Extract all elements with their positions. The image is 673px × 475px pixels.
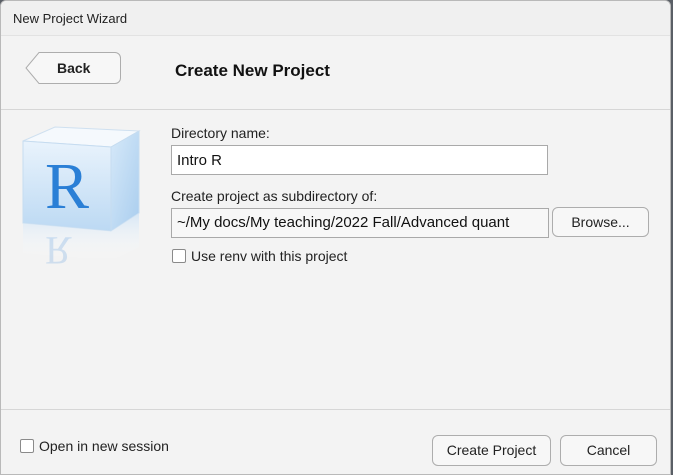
directory-name-input[interactable] xyxy=(171,145,548,175)
r-logo-icon: R R xyxy=(22,126,141,264)
footer-divider xyxy=(1,409,670,410)
browse-button[interactable]: Browse... xyxy=(552,207,649,237)
cancel-button[interactable]: Cancel xyxy=(560,435,657,466)
title-bar: New Project Wizard xyxy=(1,1,670,36)
subdirectory-path-field[interactable]: ~/My docs/My teaching/2022 Fall/Advanced… xyxy=(171,208,549,238)
back-button[interactable]: Back xyxy=(25,52,121,84)
renv-checkbox[interactable] xyxy=(172,249,186,263)
renv-label: Use renv with this project xyxy=(191,248,348,264)
back-button-label: Back xyxy=(57,60,91,76)
open-new-session-label: Open in new session xyxy=(39,438,169,454)
new-project-wizard-window: New Project Wizard Back Create New Proje… xyxy=(0,0,671,475)
page-title: Create New Project xyxy=(175,61,330,80)
create-project-button[interactable]: Create Project xyxy=(432,435,551,466)
directory-name-label: Directory name: xyxy=(171,125,270,141)
window-title: New Project Wizard xyxy=(13,10,128,26)
subdirectory-label: Create project as subdirectory of: xyxy=(171,188,378,204)
svg-text:R: R xyxy=(45,150,89,223)
open-new-session-checkbox[interactable] xyxy=(20,439,34,453)
wizard-header: Back Create New Project xyxy=(1,35,670,110)
svg-text:R: R xyxy=(45,228,72,264)
